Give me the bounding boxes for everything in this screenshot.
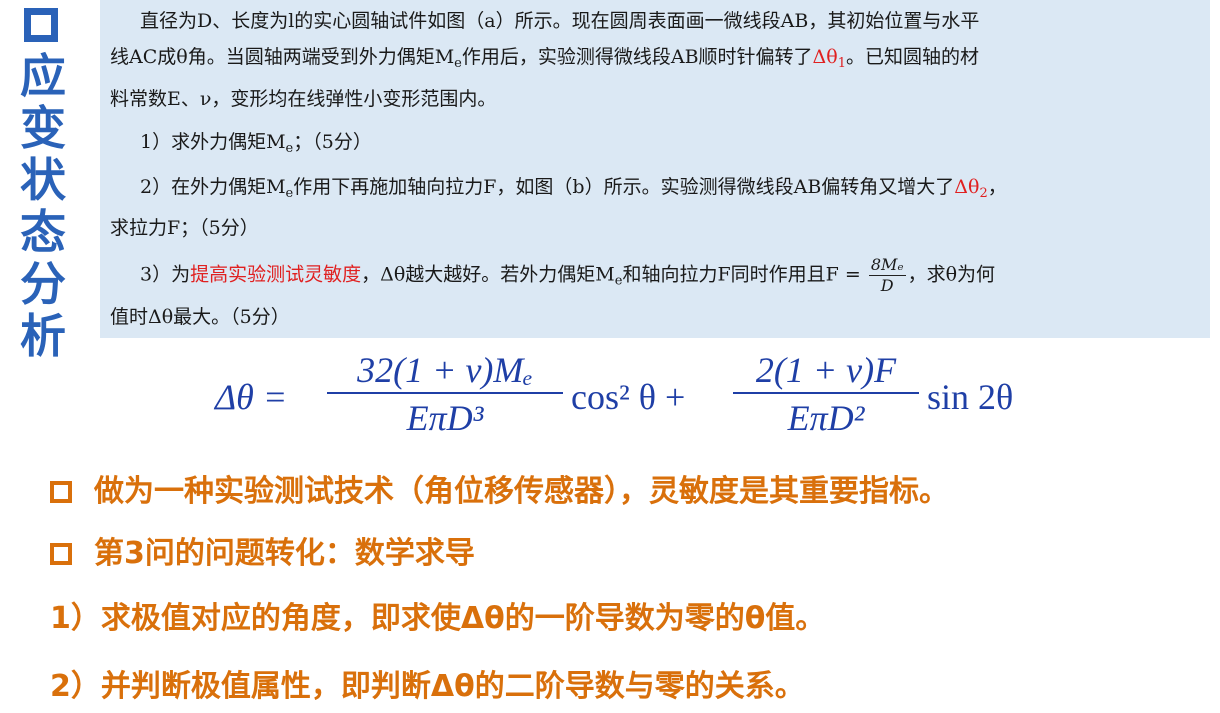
question-2: 2）在外力偶矩Me作用下再施加轴向拉力F，如图（b）所示。实验测得微线段AB偏转… (140, 170, 1007, 211)
sidebar-char: 态 (20, 205, 66, 259)
bullet-text: 第3问的问题转化：数学求导 (94, 536, 475, 571)
problem-line-1: 直径为D、长度为l的实心圆轴试件如图（a）所示。现在圆周表面画一微线段AB，其初… (140, 10, 980, 32)
text-span: 和轴向拉力F同时作用且F = (622, 263, 861, 286)
square-bullet-icon (50, 481, 72, 503)
sidebar: 应 变 状 态 分 析 (0, 0, 80, 362)
text-span: 3）为 (140, 263, 191, 286)
fraction-denominator: EπD² (787, 398, 865, 438)
text-span: ；（5分） (293, 131, 372, 153)
highlight-phrase: 提高实验测试灵敏度 (190, 263, 362, 286)
fraction-denominator: EπD³ (406, 398, 484, 438)
text-span: ， (987, 176, 1007, 198)
sidebar-char: 应 (20, 49, 66, 103)
square-bullet-icon (24, 8, 58, 42)
step-2: 2）并判断极值属性，即判断Δθ的二阶导数与零的关系。 (50, 669, 805, 704)
text-span: 作用下再施加轴向拉力F，如图（b）所示。实验测得微线段AB偏转角又增大了 (293, 176, 955, 198)
question-3: 3）为提高实验测试灵敏度，Δθ越大越好。若外力偶矩Me和轴向拉力F同时作用且F … (140, 255, 995, 299)
text-span: 作用后，实验测得微线段AB顺时针偏转了 (461, 46, 813, 68)
question-2-line-2: 求拉力F；（5分） (110, 217, 259, 239)
problem-line-3: 料常数E、ν，变形均在线弹性小变形范围内。 (110, 88, 497, 110)
bullet-2: 第3问的问题转化：数学求导 (50, 528, 475, 572)
highlight-delta: Δθ (954, 176, 980, 198)
formula-lhs: Δθ = (215, 377, 288, 417)
highlight-delta: Δθ (812, 46, 838, 68)
subscript: 2 (979, 186, 988, 201)
fraction-numerator: 32(1 + ν)Mₑ (327, 348, 563, 394)
subscript: e (454, 56, 462, 71)
step-1: 1）求极值对应的角度，即求使Δθ的一阶导数为零的θ值。 (50, 601, 826, 636)
bullet-1: 做为一种实验测试技术（角位移传感器），灵敏度是其重要指标。 (50, 466, 949, 510)
formula-fraction-1: 32(1 + ν)Mₑ EπD³ (327, 348, 563, 442)
sidebar-char: 变 (20, 101, 66, 155)
sidebar-char: 状 (20, 153, 66, 207)
formula-fraction-2: 2(1 + ν)F EπD² (733, 348, 919, 442)
sidebar-char: 分 (20, 257, 66, 311)
problem-line-2: 线AC成θ角。当圆轴两端受到外力偶矩Me作用后，实验测得微线段AB顺时针偏转了Δ… (110, 40, 979, 81)
fraction-numerator: 8Mₑ (868, 255, 906, 276)
fraction-denominator: D (880, 276, 894, 295)
sidebar-title: 应 变 状 态 分 析 (18, 50, 68, 362)
text-span: 。已知圆轴的材 (846, 46, 980, 68)
question-3-line-2: 值时Δθ最大。（5分） (110, 306, 290, 328)
formula-term-cos: cos² θ + (571, 377, 686, 417)
fraction-numerator: 2(1 + ν)F (733, 348, 919, 394)
formula-term-sin: sin 2θ (927, 377, 1014, 417)
sidebar-char: 析 (20, 309, 66, 363)
bullet-text: 做为一种实验测试技术（角位移传感器），灵敏度是其重要指标。 (94, 474, 949, 509)
question-1: 1）求外力偶矩Me；（5分） (140, 125, 372, 166)
subscript: 1 (837, 56, 846, 71)
inline-fraction: 8Mₑ D (868, 255, 906, 296)
text-span: 2）在外力偶矩M (140, 176, 286, 198)
text-span: 线AC成θ角。当圆轴两端受到外力偶矩M (110, 46, 455, 68)
text-span: 1）求外力偶矩M (140, 131, 286, 153)
text-span: ，求θ为何 (907, 263, 996, 286)
square-bullet-icon (50, 543, 72, 565)
text-span: ，Δθ越大越好。若外力偶矩M (361, 263, 615, 286)
